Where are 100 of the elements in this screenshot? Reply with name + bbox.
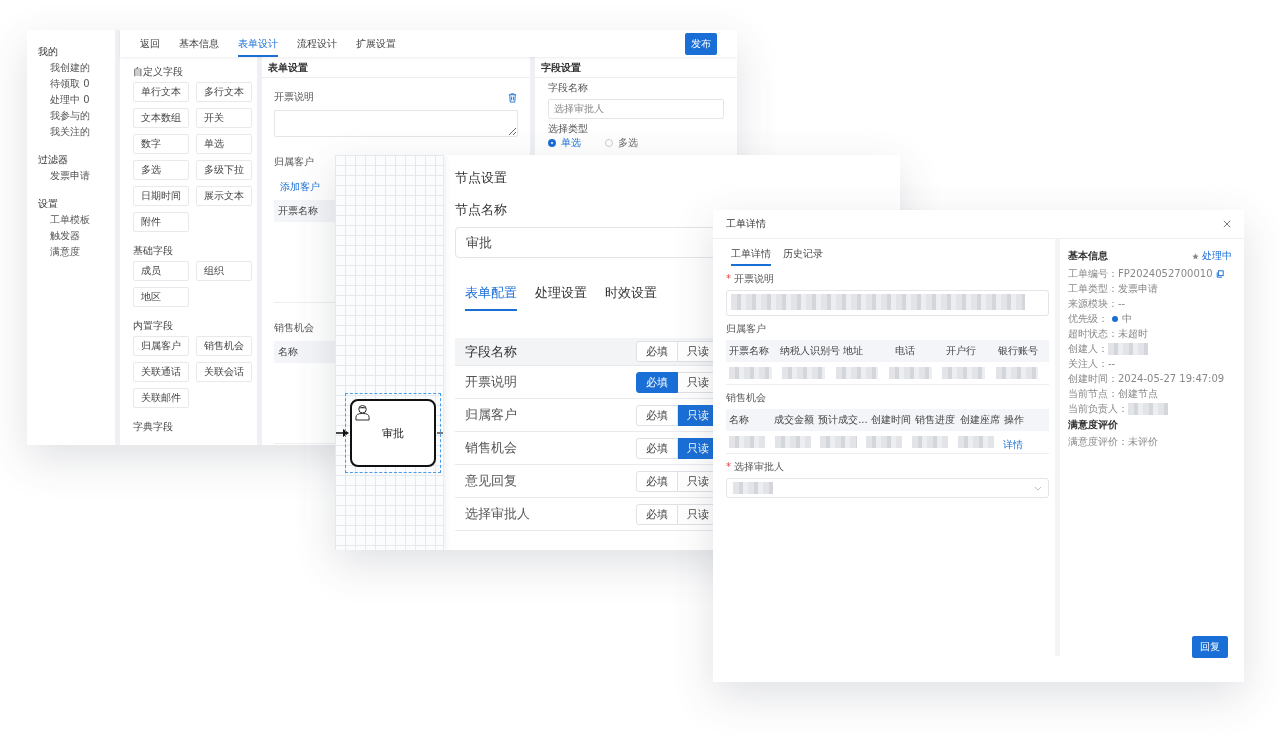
field-type-button[interactable]: 销售机会: [196, 336, 252, 356]
field-type-button[interactable]: 关联会话: [196, 362, 252, 382]
copy-icon[interactable]: [1215, 269, 1224, 278]
required-toggle[interactable]: 必填: [636, 437, 678, 459]
required-toggle[interactable]: 必填: [636, 341, 678, 362]
field-type-button[interactable]: 单行文本: [133, 82, 189, 102]
info-value: 未评价: [1128, 434, 1158, 449]
blurred-text: [835, 367, 879, 379]
blurred-text: [729, 367, 772, 379]
tab[interactable]: 工单详情: [731, 247, 771, 266]
required-toggle[interactable]: 必填: [636, 470, 678, 492]
info-value: 2024-05-27 19:47:09: [1118, 373, 1225, 384]
section-title: 基本信息: [1068, 249, 1108, 263]
column-header: 字段名称: [465, 342, 517, 361]
sidebar-item[interactable]: 发票申请: [38, 168, 115, 184]
palette-group-title: 字典字段: [133, 420, 174, 434]
info-label: 超时状态：: [1068, 326, 1118, 341]
field-type-button[interactable]: 数字: [133, 134, 189, 154]
arrow-connector: [336, 428, 350, 438]
tab[interactable]: 处理设置: [535, 284, 587, 311]
tab[interactable]: 时效设置: [605, 284, 657, 311]
field-type-button[interactable]: 成员: [133, 261, 189, 281]
info-label: 工单类型：: [1068, 281, 1118, 296]
textarea-field[interactable]: [274, 110, 518, 137]
field-name: 开票说明: [465, 373, 517, 391]
info-label: 工单编号：: [1068, 266, 1118, 281]
field-type-button[interactable]: 单选: [196, 134, 252, 154]
tab[interactable]: 扩展设置: [356, 30, 396, 57]
textarea-field[interactable]: [726, 290, 1049, 316]
column-header: 名称: [729, 413, 750, 427]
required-toggle[interactable]: 必填: [636, 371, 678, 393]
tab[interactable]: 返回: [140, 30, 160, 57]
required-toggle[interactable]: 必填: [636, 503, 678, 525]
field-label: * 选择审批人: [726, 460, 785, 474]
blurred-text: [1108, 342, 1148, 355]
field-type-button[interactable]: 开关: [196, 108, 252, 128]
panel-title: 节点设置: [455, 169, 508, 187]
sidebar-item[interactable]: 触发器: [38, 228, 115, 244]
info-value: --: [1108, 358, 1116, 369]
field-type-button[interactable]: 多级下拉: [196, 160, 252, 180]
sidebar-item[interactable]: 我参与的: [38, 108, 115, 124]
info-value: 发票申请: [1118, 281, 1158, 296]
info-label: 当前节点：: [1068, 386, 1118, 401]
info-value: 未超时: [1118, 326, 1148, 341]
column-header: 开票名称: [278, 204, 318, 218]
info-value: FP2024052700010: [1118, 268, 1213, 279]
sidebar-item[interactable]: 满意度: [38, 244, 115, 260]
tab[interactable]: 基本信息: [179, 30, 219, 57]
field-label: 字段名称: [548, 81, 589, 95]
status-label: 处理中: [1202, 249, 1232, 263]
blurred-text: [911, 436, 949, 448]
field-name-input[interactable]: 选择审批人: [548, 98, 724, 119]
column-header: 名称: [278, 345, 298, 359]
field-type-button[interactable]: 地区: [133, 287, 189, 307]
required-toggle[interactable]: 必填: [636, 404, 678, 426]
field-type-button[interactable]: 展示文本: [196, 186, 252, 206]
sidebar-item[interactable]: 我关注的: [38, 124, 115, 140]
node-label: 审批: [382, 425, 404, 441]
info-label: 创建人：: [1068, 341, 1108, 356]
task-node[interactable]: 审批: [350, 399, 436, 467]
blurred-text: [942, 367, 986, 379]
info-label: 来源模块：: [1068, 296, 1118, 311]
field-label: 选择类型: [548, 121, 589, 136]
sidebar-item[interactable]: 工单模板: [38, 212, 115, 228]
field-label: 节点名称: [455, 201, 508, 219]
add-customer-link[interactable]: 添加客户: [280, 180, 320, 194]
field-label: * 开票说明: [726, 272, 775, 286]
sidebar-item[interactable]: 处理中 0: [38, 92, 115, 108]
close-icon[interactable]: [1223, 220, 1231, 228]
field-name: 选择审批人: [465, 505, 530, 523]
field-type-button[interactable]: 关联通话: [133, 362, 189, 382]
blurred-text: [729, 436, 766, 448]
column-header: 操作: [1004, 413, 1025, 427]
field-label: 归属客户: [274, 155, 314, 169]
publish-button[interactable]: 发布: [685, 32, 717, 55]
tab[interactable]: 流程设计: [297, 30, 337, 57]
field-type-button[interactable]: 组织: [196, 261, 252, 281]
field-label: 归属客户: [726, 322, 767, 336]
field-type-button[interactable]: 多选: [133, 160, 189, 180]
sidebar-item[interactable]: 我创建的: [38, 60, 115, 76]
trash-icon[interactable]: [507, 91, 518, 103]
panel-title: 表单设置: [262, 57, 530, 78]
field-type-button[interactable]: 附件: [133, 212, 189, 232]
column-header: 创建座席: [959, 413, 1001, 427]
field-type-button[interactable]: 归属客户: [133, 336, 189, 356]
column-header: 电话: [894, 344, 916, 358]
radio-option[interactable]: 单选: [548, 135, 581, 150]
sidebar-item[interactable]: 待领取 0: [38, 76, 115, 92]
field-type-button[interactable]: 文本数组: [133, 108, 189, 128]
info-value: --: [1118, 298, 1126, 309]
detail-link[interactable]: 详情: [1003, 438, 1024, 450]
reply-button[interactable]: 回复: [1192, 636, 1228, 658]
tab[interactable]: 表单配置: [465, 284, 517, 311]
column-header: 地址: [843, 344, 865, 358]
radio-option[interactable]: 多选: [605, 135, 638, 150]
sidebar-group-title: 我的: [38, 45, 59, 59]
field-type-button[interactable]: 多行文本: [196, 82, 252, 102]
column-header: 销售进度: [915, 413, 957, 427]
field-type-button[interactable]: 日期时间: [133, 186, 189, 206]
field-type-button[interactable]: 关联邮件: [133, 388, 189, 408]
